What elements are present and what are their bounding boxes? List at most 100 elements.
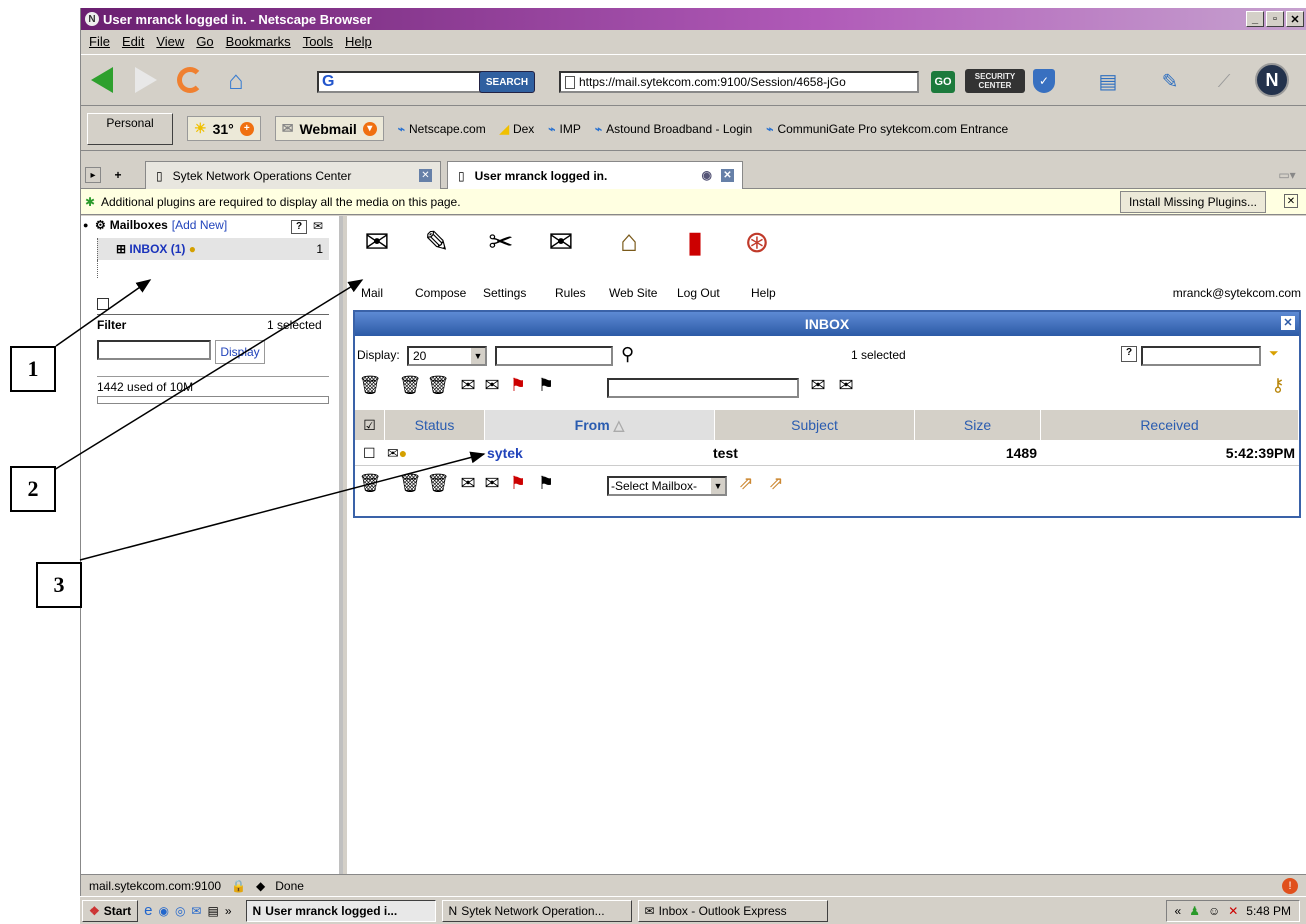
tray-expand-icon[interactable]: « [1175, 904, 1182, 918]
mark-read-icon[interactable]: ✉ [481, 472, 503, 494]
settings-label[interactable]: Settings [483, 286, 526, 300]
quicklaunch-ie-icon[interactable]: e [144, 902, 152, 919]
bookmark-dex[interactable]: ◢ Dex [500, 122, 535, 136]
go-button[interactable]: GO [931, 71, 955, 93]
purge-icon[interactable]: 🗑 [427, 472, 450, 494]
collapse-icon[interactable]: ● [83, 220, 88, 230]
close-tab-icon[interactable]: ✕ [721, 169, 734, 182]
security-center-button[interactable]: SECURITY CENTER [965, 69, 1025, 93]
taskbar-item-outlook[interactable]: ✉ Inbox - Outlook Express [637, 899, 828, 922]
key-icon[interactable]: ⚷ [1267, 374, 1289, 396]
help-icon[interactable]: ? [291, 220, 307, 234]
select-all-checkbox[interactable]: ☑ [355, 410, 385, 440]
column-status[interactable]: Status [385, 410, 485, 440]
column-size[interactable]: Size [915, 410, 1041, 440]
mark-unread-icon[interactable]: ✉ [457, 472, 479, 494]
add-new-link[interactable]: [Add New] [172, 218, 227, 232]
add-tab-icon[interactable]: + [109, 167, 127, 183]
envelope-icon[interactable]: ✉ [313, 219, 323, 233]
column-subject[interactable]: Subject [715, 410, 915, 440]
tab-sytek[interactable]: ▯ Sytek Network Operations Center ✕ [145, 161, 441, 189]
quicklaunch-icon[interactable]: ◎ [175, 904, 185, 918]
personal-button[interactable]: Personal [87, 112, 173, 145]
quicklaunch-outlook-icon[interactable]: ✉ [191, 904, 201, 918]
tab-user-logged-in[interactable]: ▯ User mranck logged in. ◉ ✕ [447, 161, 743, 189]
maximize-button[interactable]: ▫ [1266, 11, 1284, 27]
forward-icon[interactable]: ✉ [807, 374, 829, 396]
bookmark-netscape[interactable]: ⌁ Netscape.com [398, 122, 486, 136]
delete-icon[interactable]: 🗑 [399, 472, 422, 494]
unflag-icon[interactable]: ⚑ [535, 374, 557, 396]
inbox-search-input[interactable] [495, 346, 613, 366]
search-icon[interactable]: ⚲ [621, 344, 634, 365]
delete-icon[interactable]: 🗑 [399, 374, 422, 396]
search-button[interactable]: SEARCH [479, 71, 535, 93]
install-plugins-button[interactable]: Install Missing Plugins... [1119, 191, 1266, 213]
copy-icon[interactable]: ⇗ [765, 472, 787, 494]
menu-edit[interactable]: Edit [122, 34, 144, 49]
rules-icon[interactable]: ✉ [541, 222, 581, 262]
mail-icon[interactable]: ✉ [357, 222, 397, 262]
network-icon[interactable]: ✕ [1228, 904, 1238, 918]
mark-read-icon[interactable]: ✉ [481, 374, 503, 396]
logout-icon[interactable]: ▮ [675, 222, 715, 262]
tab-list-icon[interactable]: ▭▾ [1274, 167, 1300, 183]
shield-icon[interactable]: ✓ [1033, 69, 1055, 93]
search-input[interactable]: G [317, 71, 497, 93]
redirect-icon[interactable]: ✉ [835, 374, 857, 396]
menu-go[interactable]: Go [196, 34, 213, 49]
mail-label[interactable]: Mail [361, 286, 383, 300]
move-target-input[interactable] [607, 378, 799, 398]
forward-icon[interactable] [135, 67, 157, 93]
website-label[interactable]: Web Site [609, 286, 657, 300]
message-subject[interactable]: test [713, 440, 738, 466]
help-icon[interactable]: ? [1121, 346, 1137, 362]
display-count-select[interactable]: 20 ▼ [407, 346, 487, 366]
website-icon[interactable]: ⌂ [609, 222, 649, 262]
flag-icon[interactable]: ⚑ [507, 374, 529, 396]
taskbar-item-netscape[interactable]: N User mranck logged i... [245, 899, 436, 922]
menu-tools[interactable]: Tools [303, 34, 333, 49]
compose-label[interactable]: Compose [415, 286, 466, 300]
purge-icon[interactable]: 🗑 [427, 374, 450, 396]
alert-icon[interactable]: ! [1282, 877, 1298, 894]
select-all-checkbox[interactable] [97, 298, 109, 310]
quicklaunch-icon[interactable]: ◉ [158, 904, 168, 918]
column-received[interactable]: Received [1041, 410, 1299, 440]
rules-label[interactable]: Rules [555, 286, 586, 300]
menu-bookmarks[interactable]: Bookmarks [226, 34, 291, 49]
menu-help[interactable]: Help [345, 34, 372, 49]
trash-icon[interactable]: 🗑 [359, 472, 382, 494]
bookmark-communigate[interactable]: ⌁ CommuniGate Pro sytekcom.com Entrance [766, 122, 1008, 136]
mark-unread-icon[interactable]: ✉ [457, 374, 479, 396]
quick-search-input[interactable] [1141, 346, 1261, 366]
reload-icon[interactable] [177, 67, 203, 93]
menu-view[interactable]: View [156, 34, 184, 49]
move-icon[interactable]: ⇗ [735, 472, 757, 494]
home-icon[interactable]: ⌂ [221, 65, 251, 95]
webmail-button[interactable]: ✉ Webmail ▾ [274, 116, 384, 141]
url-field[interactable]: https://mail.sytekcom.com:9100/Session/4… [559, 71, 919, 93]
filter-input[interactable] [97, 340, 211, 360]
start-button[interactable]: ❖ Start [82, 899, 139, 922]
bookmark-astound[interactable]: ⌁ Astound Broadband - Login [595, 122, 752, 136]
inbox-item[interactable]: ⊞ INBOX (1) ● 1 [97, 238, 329, 260]
trash-icon[interactable]: 🗑 [359, 374, 382, 396]
help-label[interactable]: Help [751, 286, 776, 300]
close-tab-icon[interactable]: ✕ [419, 169, 432, 182]
table-row[interactable]: ☐ ✉● sytek test 1489 5:42:39PM [355, 440, 1299, 466]
filter-icon[interactable]: ⏷ [1269, 346, 1279, 361]
pen-icon[interactable]: ✎ [1157, 69, 1183, 93]
close-panel-icon[interactable]: ✕ [1281, 316, 1295, 330]
tray-icon[interactable]: ☺ [1208, 904, 1220, 918]
select-mailbox-dropdown[interactable]: -Select Mailbox- ▼ [607, 476, 727, 496]
close-bar-icon[interactable]: ✕ [1284, 194, 1298, 208]
close-button[interactable]: ✕ [1286, 11, 1304, 27]
back-icon[interactable] [91, 67, 113, 93]
message-from[interactable]: sytek [487, 440, 523, 466]
menu-file[interactable]: File [89, 34, 110, 49]
minimize-button[interactable]: _ [1246, 11, 1264, 27]
new-tab-icon[interactable]: ▸ [85, 167, 101, 183]
settings-icon[interactable]: ✂ [481, 222, 521, 262]
compose-icon[interactable]: ✎ [417, 222, 457, 262]
